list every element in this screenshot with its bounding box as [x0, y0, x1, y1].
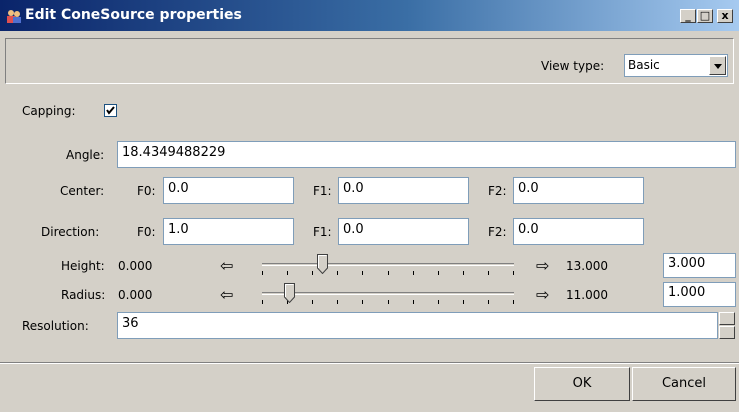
height-increase-arrow-icon[interactable]: ⇨: [536, 258, 549, 274]
cancel-button[interactable]: Cancel: [632, 367, 736, 401]
view-type-label: View type:: [541, 59, 605, 73]
height-slider-tick: [413, 271, 414, 275]
height-slider-track: [262, 263, 514, 266]
title-bar[interactable]: Edit ConeSource properties _ □ x: [0, 0, 739, 31]
height-slider-tick: [463, 271, 464, 275]
center-f1-input[interactable]: 0.0: [338, 177, 469, 204]
height-slider-tick: [312, 271, 313, 275]
maximize-button[interactable]: □: [697, 9, 713, 23]
direction-f2-label: F2:: [488, 225, 507, 239]
radius-slider-thumb[interactable]: [284, 283, 295, 303]
direction-f1-input[interactable]: 0.0: [338, 218, 469, 245]
center-f1-label: F1:: [313, 184, 332, 198]
radius-value-input[interactable]: 1.000: [663, 282, 736, 307]
checkmark-icon: [106, 106, 115, 115]
height-slider-tick: [287, 271, 288, 275]
capping-label: Capping:: [22, 104, 76, 118]
radius-label: Radius:: [61, 288, 106, 302]
spin-up-button[interactable]: [719, 312, 735, 325]
properties-dialog: Edit ConeSource properties _ □ x View ty…: [0, 0, 739, 412]
center-label: Center:: [60, 184, 105, 198]
radius-slider-tick: [438, 300, 439, 304]
height-min-value: 0.000: [118, 259, 153, 273]
height-slider-tick: [262, 271, 263, 275]
height-value-input[interactable]: 3.000: [663, 253, 736, 278]
radius-max-value: 11.000: [566, 288, 608, 302]
app-icon: [7, 10, 21, 23]
height-slider-tick: [513, 271, 514, 275]
radius-slider-tick: [513, 300, 514, 304]
spin-down-button[interactable]: [719, 326, 735, 339]
capping-checkbox[interactable]: [104, 104, 117, 117]
height-slider-tick: [488, 271, 489, 275]
window-title: Edit ConeSource properties: [25, 7, 242, 23]
height-slider-tick: [388, 271, 389, 275]
height-slider-tick: [337, 271, 338, 275]
height-label: Height:: [61, 259, 105, 273]
direction-f1-label: F1:: [313, 225, 332, 239]
center-f0-label: F0:: [137, 184, 156, 198]
height-max-value: 13.000: [566, 259, 608, 273]
footer-divider: [0, 362, 739, 364]
center-f0-input[interactable]: 0.0: [163, 177, 294, 204]
radius-decrease-arrow-icon[interactable]: ⇦: [220, 287, 233, 303]
angle-label: Angle:: [66, 148, 105, 162]
resolution-input[interactable]: 36: [117, 312, 718, 339]
direction-f2-input[interactable]: 0.0: [513, 218, 644, 245]
close-button[interactable]: x: [717, 9, 733, 23]
direction-f0-input[interactable]: 1.0: [163, 218, 294, 245]
radius-slider-tick: [488, 300, 489, 304]
ok-button[interactable]: OK: [534, 367, 630, 401]
direction-f0-label: F0:: [137, 225, 156, 239]
radius-slider-track: [262, 292, 514, 295]
radius-slider-tick: [262, 300, 263, 304]
radius-min-value: 0.000: [118, 288, 153, 302]
view-type-value: Basic: [628, 58, 660, 72]
center-f2-label: F2:: [488, 184, 507, 198]
radius-slider-tick: [312, 300, 313, 304]
resolution-label: Resolution:: [22, 319, 89, 333]
center-f2-input[interactable]: 0.0: [513, 177, 644, 204]
minimize-button[interactable]: _: [680, 9, 696, 23]
view-type-select[interactable]: Basic: [624, 54, 728, 77]
height-slider-tick: [362, 271, 363, 275]
radius-slider-tick: [388, 300, 389, 304]
resolution-spinner[interactable]: [719, 312, 735, 339]
height-slider-tick: [438, 271, 439, 275]
radius-slider-tick: [463, 300, 464, 304]
radius-slider-tick: [362, 300, 363, 304]
radius-slider-tick: [337, 300, 338, 304]
radius-slider[interactable]: [262, 283, 514, 307]
height-slider-thumb[interactable]: [317, 254, 328, 274]
height-decrease-arrow-icon[interactable]: ⇦: [220, 258, 233, 274]
height-slider[interactable]: [262, 254, 514, 278]
angle-input[interactable]: 18.4349488229: [117, 141, 736, 168]
radius-increase-arrow-icon[interactable]: ⇨: [536, 287, 549, 303]
radius-slider-tick: [413, 300, 414, 304]
chevron-down-icon[interactable]: [709, 56, 726, 75]
direction-label: Direction:: [41, 225, 100, 239]
